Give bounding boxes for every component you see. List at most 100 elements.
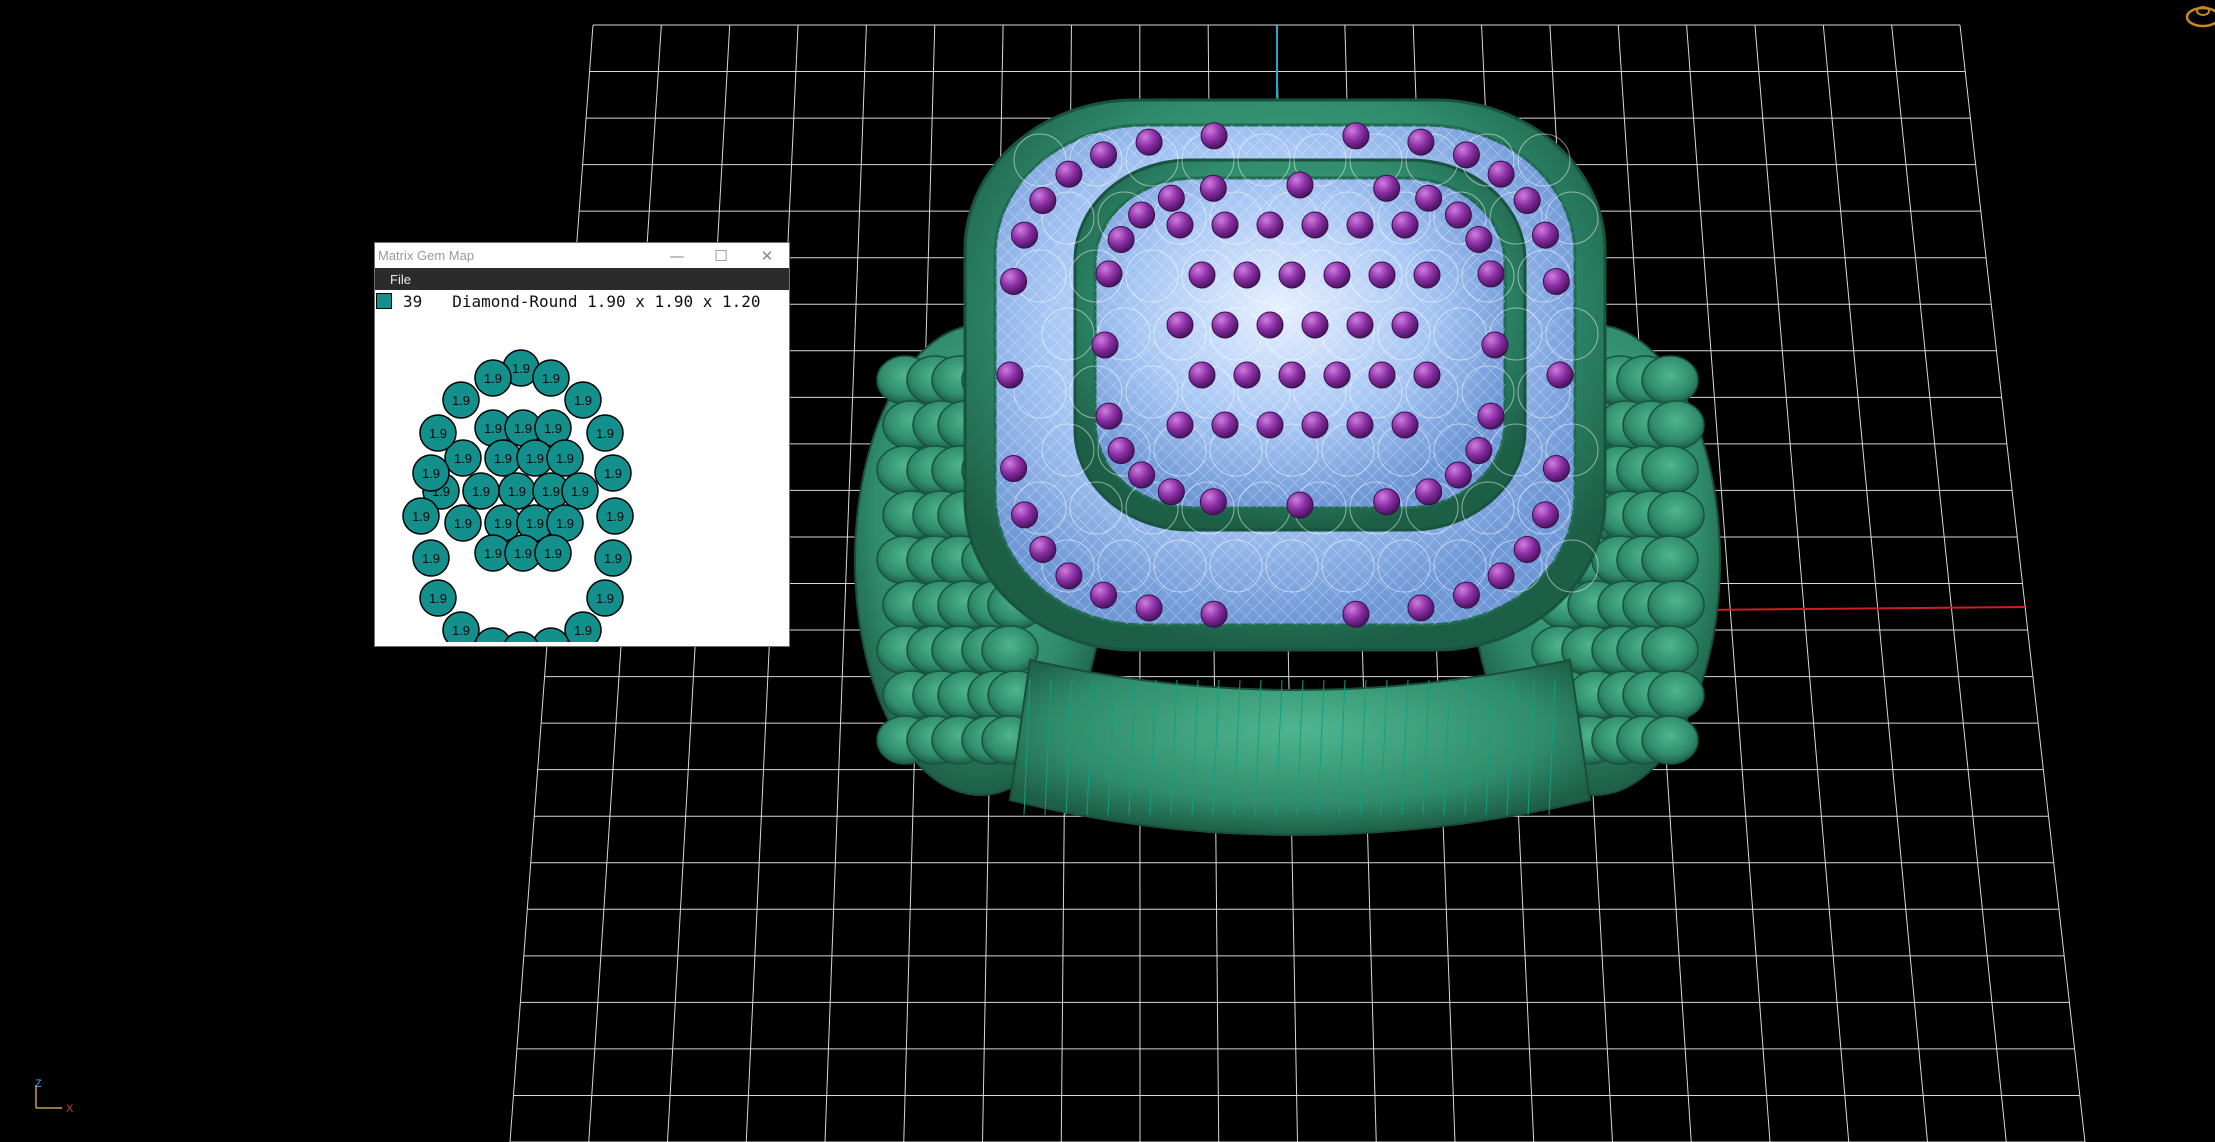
prong-bead <box>1465 225 1493 253</box>
gem-size-label: 1.9 <box>574 623 592 638</box>
prong-bead <box>1465 437 1493 465</box>
gem-circle[interactable]: 1.9 <box>596 497 634 535</box>
gem-circle[interactable]: 1.9 <box>442 611 480 642</box>
gem-map-window[interactable]: Matrix Gem Map — ☐ ✕ File 39 Diamond-Rou… <box>374 242 790 647</box>
gem-circle[interactable]: 1.9 <box>586 579 624 617</box>
gem-size-label: 1.9 <box>484 639 502 642</box>
prong-bead <box>1199 488 1227 516</box>
shank-bulb <box>1641 535 1699 585</box>
prong-bead <box>1301 211 1329 239</box>
gem-size-label: 1.9 <box>571 484 589 499</box>
gem-circle[interactable]: 1.9 <box>594 539 632 577</box>
prong-bead <box>1373 174 1401 202</box>
prong-bead <box>1286 171 1314 199</box>
gem-size-label: 1.9 <box>542 639 560 642</box>
gem-size-label: 1.9 <box>604 466 622 481</box>
gem-map-canvas[interactable]: 1.9 1.9 1.91.9 1.9 1.9 1.91.9 1.9 1.9 1.9 1.91.9 1… <box>375 312 789 642</box>
prong-bead <box>1166 311 1194 339</box>
shank-bulb <box>1647 490 1705 540</box>
shank-bulb <box>1647 580 1705 630</box>
gem-size-label: 1.9 <box>526 516 544 531</box>
menu-file[interactable]: File <box>375 272 411 287</box>
gem-color-swatch[interactable] <box>376 293 392 309</box>
gem-circle[interactable]: 1.9 <box>412 454 450 492</box>
prong-bead <box>1513 187 1541 215</box>
gem-circle[interactable]: 1.9 <box>412 539 450 577</box>
gem-size-label: 1.9 <box>422 466 440 481</box>
prong-bead <box>1444 201 1472 229</box>
gem-circle[interactable]: 1.9 <box>419 414 457 452</box>
gem-circle[interactable]: 1.9 <box>532 359 570 397</box>
prong-bead <box>1452 141 1480 169</box>
prong-bead <box>1095 260 1123 288</box>
prong-bead <box>1135 594 1163 622</box>
prong-bead <box>1323 261 1351 289</box>
prong-bead <box>1301 411 1329 439</box>
prong-bead <box>1444 461 1472 489</box>
prong-bead <box>1128 461 1156 489</box>
window-titlebar[interactable]: Matrix Gem Map — ☐ ✕ <box>375 243 789 268</box>
prong-bead <box>1477 402 1505 430</box>
gem-circle[interactable]: 1.9 <box>534 534 572 572</box>
maximize-button[interactable]: ☐ <box>699 243 743 268</box>
minimize-button[interactable]: — <box>655 243 699 268</box>
gem-circle[interactable]: 1.9 <box>503 631 539 642</box>
gem-circle[interactable]: 1.9 <box>419 579 457 617</box>
gem-circle[interactable]: 1.9 <box>561 472 599 510</box>
gem-circle[interactable]: 1.9 <box>402 497 440 535</box>
prong-bead <box>1391 311 1419 339</box>
close-button[interactable]: ✕ <box>745 243 789 268</box>
prong-bead <box>1407 128 1435 156</box>
gem-size-label: 1.9 <box>514 546 532 561</box>
gem-circle[interactable]: 1.9 <box>442 381 480 419</box>
prong-bead <box>1090 581 1118 609</box>
gem-size-label: 1.9 <box>454 451 472 466</box>
gem-circle[interactable]: 1.9 <box>474 359 512 397</box>
prong-bead <box>1413 361 1441 389</box>
gem-size-label: 1.9 <box>544 421 562 436</box>
gem-size-label: 1.9 <box>556 516 574 531</box>
gem-circle[interactable]: 1.9 <box>564 381 602 419</box>
x-axis-line <box>1699 606 2026 611</box>
gem-circle[interactable]: 1.9 <box>462 472 500 510</box>
gem-size-label: 1.9 <box>452 393 470 408</box>
gem-size-label: 1.9 <box>472 484 490 499</box>
prong-bead <box>1346 311 1374 339</box>
gem-size-label: 1.9 <box>508 484 526 499</box>
shank-bulb <box>1647 400 1705 450</box>
prong-bead <box>1256 211 1284 239</box>
prong-bead <box>1342 600 1370 628</box>
prong-bead <box>1055 562 1083 590</box>
prong-bead <box>1128 201 1156 229</box>
gem-circle[interactable]: 1.9 <box>498 472 536 510</box>
prong-bead <box>1211 311 1239 339</box>
menu-bar: File <box>375 268 789 290</box>
shank-bulb <box>1641 355 1699 405</box>
gem-size-label: 1.9 <box>542 371 560 386</box>
prong-bead <box>1107 225 1135 253</box>
gem-circle[interactable]: 1.9 <box>484 439 522 477</box>
prong-bead <box>1029 535 1057 563</box>
gem-circle[interactable]: 1.9 <box>594 454 632 492</box>
3d-viewport[interactable]: Z X <box>0 0 2215 1142</box>
gem-circle[interactable]: 1.9 <box>564 611 602 642</box>
prong-bead <box>1391 211 1419 239</box>
ring-model-icon[interactable] <box>2185 6 2215 28</box>
gem-size-label: 1.9 <box>429 426 447 441</box>
prong-bead <box>1166 411 1194 439</box>
gem-circle[interactable]: 1.9 <box>532 627 570 642</box>
prong-bead <box>1211 411 1239 439</box>
gem-size-label: 1.9 <box>494 516 512 531</box>
gem-size-label: 1.9 <box>514 421 532 436</box>
prong-bead <box>1513 535 1541 563</box>
prong-bead <box>1256 411 1284 439</box>
prong-bead <box>1256 311 1284 339</box>
prong-bead <box>1415 184 1443 212</box>
gem-circle[interactable]: 1.9 <box>586 414 624 452</box>
gem-circle[interactable]: 1.9 <box>546 439 584 477</box>
ring-model[interactable] <box>854 98 1721 836</box>
gem-circle[interactable]: 1.9 <box>444 504 482 542</box>
prong-bead <box>996 361 1024 389</box>
gem-size-label: 1.9 <box>484 371 502 386</box>
gem-size-label: 1.9 <box>556 451 574 466</box>
